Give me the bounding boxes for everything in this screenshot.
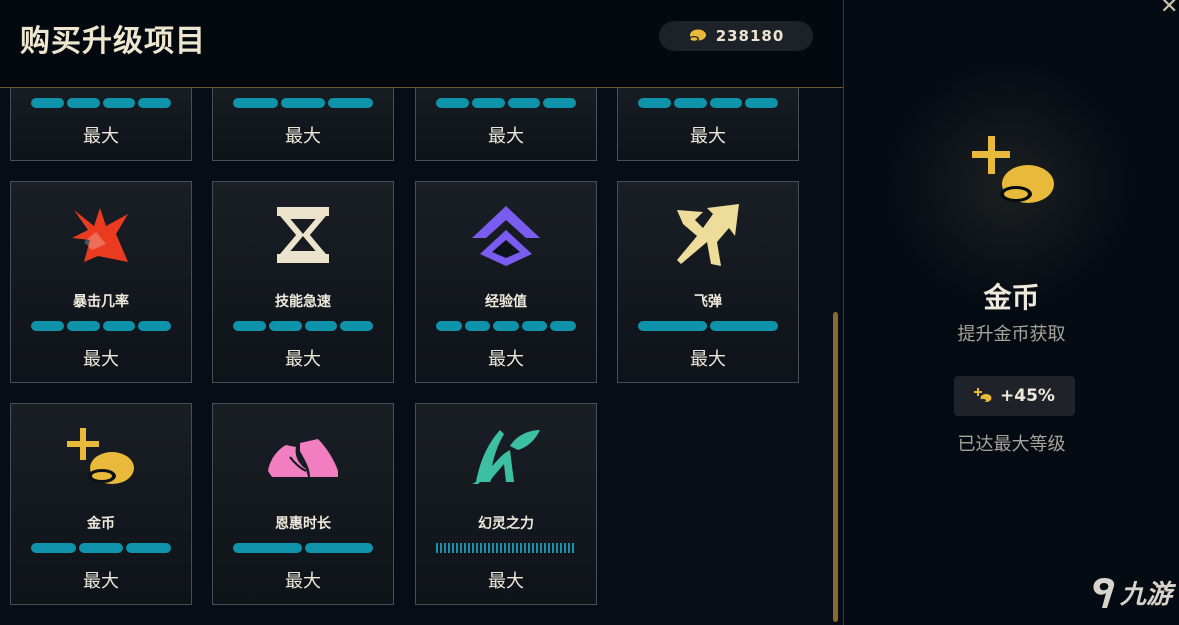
bonus-value: +45% (1000, 386, 1055, 406)
watermark: 九游 (1090, 574, 1172, 611)
plus-coin-icon (974, 388, 992, 403)
detail-description: 提升金币获取 (957, 324, 1066, 345)
max-label: 最大 (488, 349, 524, 370)
close-icon[interactable]: ✕ (1160, 0, 1178, 19)
card-name: 幻灵之力 (478, 516, 534, 532)
level-bar (436, 98, 576, 108)
upgrade-card-ability-haste[interactable]: 技能急速 最大 (212, 181, 394, 383)
card-name: 暴击几率 (73, 294, 129, 310)
max-label: 最大 (488, 571, 524, 592)
coin-count: 238180 (715, 27, 785, 45)
coin-icon (688, 29, 706, 42)
card-name: 技能急速 (275, 294, 331, 310)
max-label: 最大 (285, 126, 321, 147)
card-name: 金币 (87, 516, 115, 532)
level-bar (638, 321, 778, 331)
double-chevron-up-icon (416, 202, 596, 268)
level-bar (233, 98, 374, 108)
level-bar (436, 321, 576, 331)
level-bar (436, 543, 576, 553)
scrollbar[interactable] (833, 312, 838, 622)
max-label: 最大 (83, 349, 119, 370)
pink-boots-icon (213, 424, 393, 490)
card-name: 飞弹 (694, 294, 722, 310)
plus-coin-icon (970, 132, 1056, 222)
upgrade-card-crit-chance[interactable]: 暴击几率 最大 (10, 181, 192, 383)
upgrade-card-boon-duration[interactable]: 恩惠时长 最大 (212, 403, 394, 605)
max-label: 最大 (690, 126, 726, 147)
max-label: 最大 (83, 571, 119, 592)
jiuyou-logo-icon (1093, 577, 1115, 608)
max-label: 最大 (285, 571, 321, 592)
level-bar (638, 98, 778, 108)
upgrade-grid: 最大 最大 最大 最大 暴击几率 最大 技能急速 最大 经验值 最大 飞弹 最大… (0, 0, 843, 625)
arrow-arrow-icon (618, 202, 798, 268)
max-label: 最大 (488, 126, 524, 147)
crit-burst-icon (11, 202, 191, 268)
hourglass-icon (213, 202, 393, 268)
max-label: 最大 (83, 126, 119, 147)
max-level-status: 已达最大等级 (957, 434, 1066, 455)
panel-header: 购买升级项目 238180 (0, 0, 843, 88)
coin-balance: 238180 (659, 21, 813, 51)
upgrade-card-experience[interactable]: 经验值 最大 (415, 181, 597, 383)
detail-title: 金币 (983, 281, 1040, 314)
level-bar (233, 321, 373, 331)
max-label: 最大 (690, 349, 726, 370)
level-bar (233, 543, 373, 553)
upgrade-card-spirit-power[interactable]: 幻灵之力 最大 (415, 403, 597, 605)
teal-spirit-icon (416, 424, 596, 490)
watermark-text: 九游 (1120, 580, 1173, 610)
level-bar (31, 98, 171, 108)
max-label: 最大 (285, 349, 321, 370)
card-name: 恩惠时长 (275, 516, 331, 532)
level-bar (31, 321, 171, 331)
level-bar (31, 543, 172, 553)
upgrade-card-gold[interactable]: 金币 最大 (10, 403, 192, 605)
plus-coin-icon (11, 424, 191, 490)
detail-panel: ✕ 金币 提升金币获取 +45% 已达最大等级 九游 (843, 0, 1179, 625)
bonus-badge: +45% (954, 376, 1075, 416)
card-name: 经验值 (485, 294, 527, 310)
page-title: 购买升级项目 (20, 24, 206, 59)
upgrade-card-projectile[interactable]: 飞弹 最大 (617, 181, 799, 383)
upgrade-shop-panel: 最大 最大 最大 最大 暴击几率 最大 技能急速 最大 经验值 最大 飞弹 最大… (0, 0, 843, 625)
